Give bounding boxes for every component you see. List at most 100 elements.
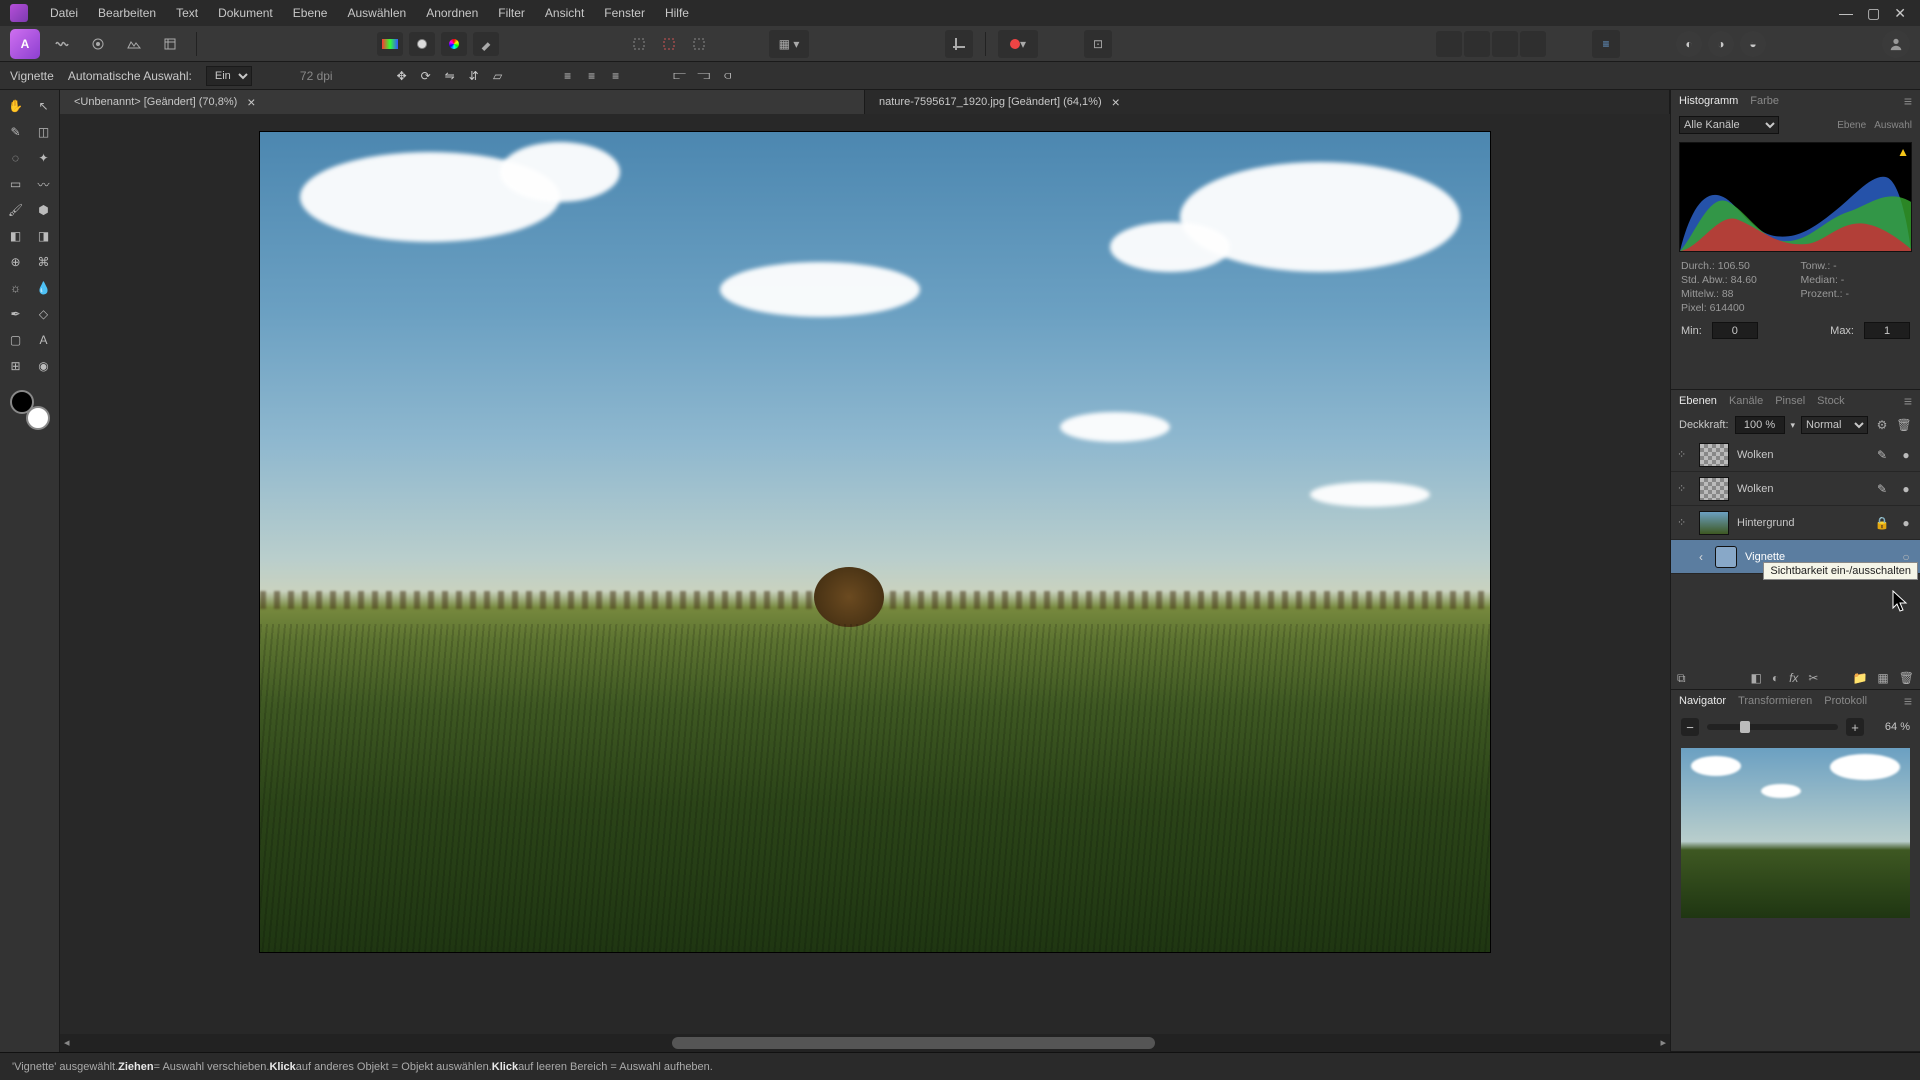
layer-row[interactable]: ⁘Hintergrund🔒●: [1671, 506, 1920, 540]
sync-a-icon[interactable]: ◐: [1676, 31, 1702, 57]
persona-liquify-icon[interactable]: [48, 30, 76, 58]
assist-icon[interactable]: ▾: [998, 30, 1038, 58]
tab-brushes[interactable]: Pinsel: [1775, 395, 1805, 407]
marquee-tool[interactable]: ▭: [3, 172, 29, 196]
horizontal-scrollbar[interactable]: ◂▸: [60, 1034, 1670, 1052]
layer-row[interactable]: ⁘Wolken✎●: [1671, 472, 1920, 506]
zoom-slider[interactable]: [1707, 724, 1838, 730]
distribute-top-icon[interactable]: ⫍: [669, 65, 691, 87]
document-tab[interactable]: nature-7595617_1920.jpg [Geändert] (64,1…: [865, 90, 1670, 114]
zoom-in-button[interactable]: +: [1846, 718, 1864, 736]
wb-picker-icon[interactable]: [473, 32, 499, 56]
layer-edit-icon[interactable]: ✎: [1874, 482, 1890, 496]
selection-add-icon[interactable]: [685, 30, 713, 58]
menu-dokument[interactable]: Dokument: [208, 0, 283, 26]
menu-bearbeiten[interactable]: Bearbeiten: [88, 0, 166, 26]
tab-close-icon[interactable]: ×: [1112, 94, 1120, 110]
layer-visibility-icon[interactable]: ●: [1898, 516, 1914, 530]
colorwheel-icon[interactable]: [441, 32, 467, 56]
menu-fenster[interactable]: Fenster: [594, 0, 655, 26]
layer-adjust-icon[interactable]: ◐: [1772, 671, 1779, 685]
selection-brush-tool[interactable]: ◌: [3, 146, 29, 170]
layer-merge-icon[interactable]: ⧉: [1677, 671, 1686, 686]
layer-expand-icon[interactable]: ‹: [1699, 550, 1707, 564]
menu-filter[interactable]: Filter: [488, 0, 535, 26]
canvas[interactable]: [260, 132, 1490, 952]
pen-tool[interactable]: ✒: [3, 302, 29, 326]
tab-color[interactable]: Farbe: [1750, 95, 1779, 107]
erase-tool[interactable]: ◨: [31, 224, 57, 248]
dodge-tool[interactable]: ☼: [3, 276, 29, 300]
scope-layer[interactable]: Ebene: [1837, 120, 1866, 131]
transform-rotate-icon[interactable]: ⟳: [415, 65, 437, 87]
align-right-icon[interactable]: ≡: [605, 65, 627, 87]
rgb-chip[interactable]: [377, 32, 403, 56]
layer-crop-icon[interactable]: ✂: [1808, 671, 1818, 685]
layer-mask-icon[interactable]: ◧: [1750, 671, 1761, 685]
blur-tool[interactable]: 💧: [31, 276, 57, 300]
window-close[interactable]: ✕: [1894, 5, 1906, 22]
navigator-preview[interactable]: [1681, 748, 1910, 918]
persona-develop-icon[interactable]: [84, 30, 112, 58]
tab-layers[interactable]: Ebenen: [1679, 395, 1717, 407]
layer-delete-icon[interactable]: 🗑: [1899, 671, 1914, 685]
sync-b-icon[interactable]: ◑: [1708, 31, 1734, 57]
layer-add-icon[interactable]: ▦: [1877, 671, 1888, 685]
stamp-tool[interactable]: ⌘: [31, 250, 57, 274]
canvas-viewport[interactable]: [60, 114, 1670, 1034]
max-input[interactable]: [1864, 322, 1910, 339]
order-icon[interactable]: ≡: [1592, 30, 1620, 58]
flood-select-tool[interactable]: ✦: [31, 146, 57, 170]
arrange-right[interactable]: [1492, 31, 1518, 57]
menu-ebene[interactable]: Ebene: [283, 0, 338, 26]
selection-new-icon[interactable]: [625, 30, 653, 58]
align-left-icon[interactable]: ≡: [557, 65, 579, 87]
scope-selection[interactable]: Auswahl: [1874, 120, 1912, 131]
persona-photo-icon[interactable]: A: [10, 29, 40, 59]
menu-anordnen[interactable]: Anordnen: [416, 0, 488, 26]
arrange-center[interactable]: [1464, 31, 1490, 57]
persona-export-icon[interactable]: [156, 30, 184, 58]
fill-tool[interactable]: ⬢: [31, 198, 57, 222]
crop-tool[interactable]: ◫: [31, 120, 57, 144]
layer-trash-icon[interactable]: 🗑: [1896, 417, 1912, 433]
tab-navigator[interactable]: Navigator: [1679, 695, 1726, 707]
paint-brush-tool[interactable]: 🖌: [3, 198, 29, 222]
distribute-mid-icon[interactable]: ⫎: [693, 65, 715, 87]
layer-lock-icon[interactable]: 🔒: [1874, 516, 1890, 530]
target-tool[interactable]: ◉: [31, 354, 57, 378]
layer-edit-icon[interactable]: ✎: [1874, 448, 1890, 462]
selection-remove-icon[interactable]: [655, 30, 683, 58]
panel-menu-icon[interactable]: ≡: [1904, 393, 1912, 409]
node-tool[interactable]: ◇: [31, 302, 57, 326]
tab-transform[interactable]: Transformieren: [1738, 695, 1812, 707]
distribute-bot-icon[interactable]: ⫏: [717, 65, 739, 87]
menu-ansicht[interactable]: Ansicht: [535, 0, 594, 26]
clone-tool[interactable]: ⊕: [3, 250, 29, 274]
layer-row[interactable]: ⁘Wolken✎●: [1671, 438, 1920, 472]
preview-icon[interactable]: ⊡: [1084, 30, 1112, 58]
move-tool[interactable]: ↖: [31, 94, 57, 118]
text-tool[interactable]: A: [31, 328, 57, 352]
zoom-out-button[interactable]: −: [1681, 718, 1699, 736]
account-icon[interactable]: [1882, 30, 1910, 58]
layer-fx-icon[interactable]: fx: [1789, 671, 1798, 685]
arrange-more[interactable]: [1520, 31, 1546, 57]
channel-select[interactable]: Alle Kanäle: [1679, 116, 1779, 134]
window-maximize[interactable]: ▢: [1867, 5, 1880, 22]
tab-channels[interactable]: Kanäle: [1729, 395, 1763, 407]
transform-flip-v-icon[interactable]: ⇵: [463, 65, 485, 87]
layer-group-icon[interactable]: 📁: [1852, 671, 1867, 685]
layer-settings-icon[interactable]: ⚙: [1874, 417, 1890, 433]
menu-hilfe[interactable]: Hilfe: [655, 0, 699, 26]
window-minimize[interactable]: —: [1839, 5, 1853, 22]
menu-datei[interactable]: Datei: [40, 0, 88, 26]
arrange-left[interactable]: [1436, 31, 1462, 57]
colorpicker-tool[interactable]: ✎: [3, 120, 29, 144]
freehand-tool[interactable]: 〰: [31, 172, 57, 196]
sync-c-icon[interactable]: ◒: [1740, 31, 1766, 57]
opacity-input[interactable]: [1735, 416, 1785, 434]
menu-auswählen[interactable]: Auswählen: [337, 0, 416, 26]
tab-history[interactable]: Protokoll: [1824, 695, 1867, 707]
auto-select-dropdown[interactable]: Ein: [206, 66, 252, 86]
